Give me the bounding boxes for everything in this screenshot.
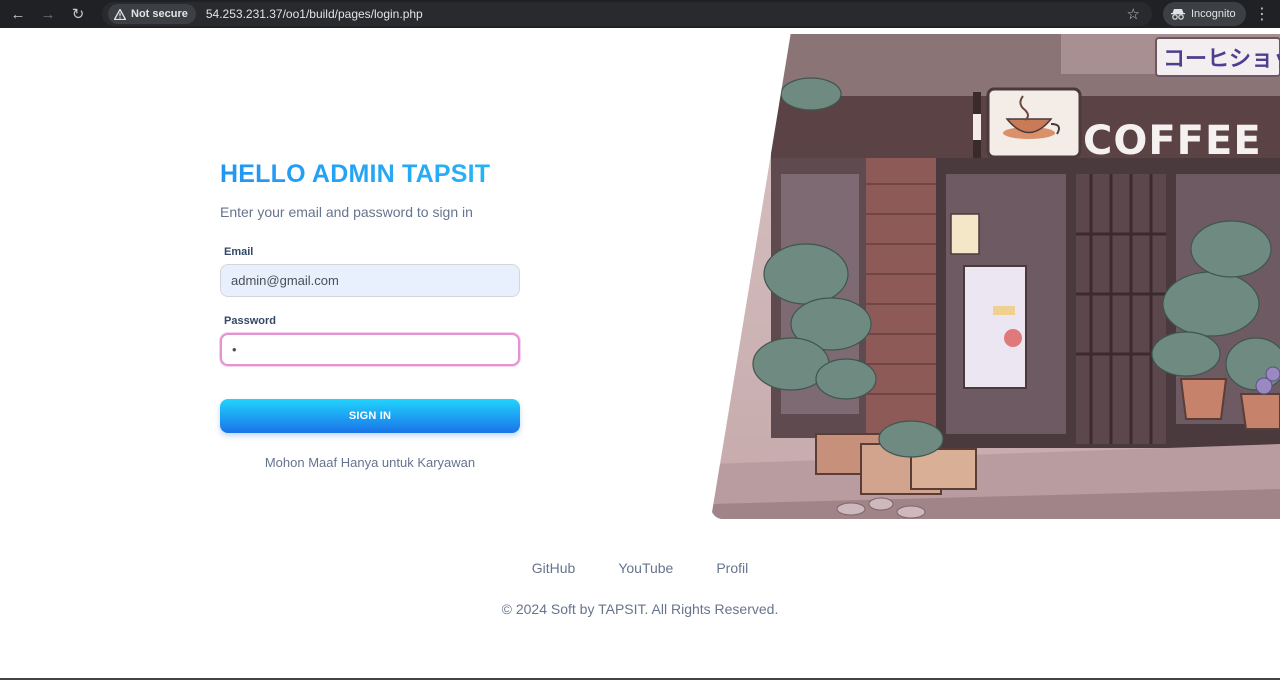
- coffee-shop-image: コーヒショップ COFFEE: [711, 34, 1280, 519]
- address-bar[interactable]: Not secure 54.253.231.37/oo1/build/pages…: [102, 2, 1152, 26]
- footer-link-youtube[interactable]: YouTube: [618, 560, 673, 576]
- more-menu-icon[interactable]: ⋮: [1252, 4, 1272, 24]
- url-text[interactable]: 54.253.231.37/oo1/build/pages/login.php: [206, 7, 423, 21]
- warning-icon: [114, 8, 126, 20]
- footer-link-profil[interactable]: Profil: [716, 560, 748, 576]
- email-field[interactable]: [220, 264, 520, 297]
- reload-icon[interactable]: ↻: [66, 2, 90, 26]
- security-label: Not secure: [131, 8, 188, 20]
- banner-text: コーヒショップ: [1163, 47, 1280, 72]
- login-form: HELLO ADMIN TAPSIT Enter your email and …: [220, 160, 522, 470]
- incognito-chip[interactable]: Incognito: [1163, 2, 1246, 26]
- sign-in-button[interactable]: SIGN IN: [220, 399, 520, 433]
- coffee-shop-illustration: コーヒショップ COFFEE: [711, 34, 1280, 519]
- browser-toolbar: ← → ↻ Not secure 54.253.231.37/oo1/build…: [0, 0, 1280, 28]
- employee-note: Mohon Maaf Hanya untuk Karyawan: [264, 455, 476, 470]
- back-icon[interactable]: ←: [6, 2, 30, 26]
- page-title: HELLO ADMIN TAPSIT: [220, 160, 522, 189]
- bookmark-star-icon[interactable]: ☆: [1127, 5, 1140, 23]
- page-subtitle: Enter your email and password to sign in: [220, 204, 473, 220]
- footer-links: GitHub YouTube Profil: [0, 560, 1280, 576]
- footer-link-github[interactable]: GitHub: [532, 560, 576, 576]
- incognito-icon: [1171, 9, 1185, 20]
- copyright-text: © 2024 Soft by TAPSIT. All Rights Reserv…: [501, 601, 779, 617]
- password-label: Password: [224, 315, 276, 327]
- coffee-sign-text: COFFEE: [1083, 118, 1262, 164]
- incognito-label: Incognito: [1191, 8, 1236, 20]
- email-label: Email: [224, 246, 254, 258]
- security-chip[interactable]: Not secure: [108, 4, 196, 24]
- forward-icon[interactable]: →: [36, 2, 60, 26]
- password-field[interactable]: [220, 333, 520, 366]
